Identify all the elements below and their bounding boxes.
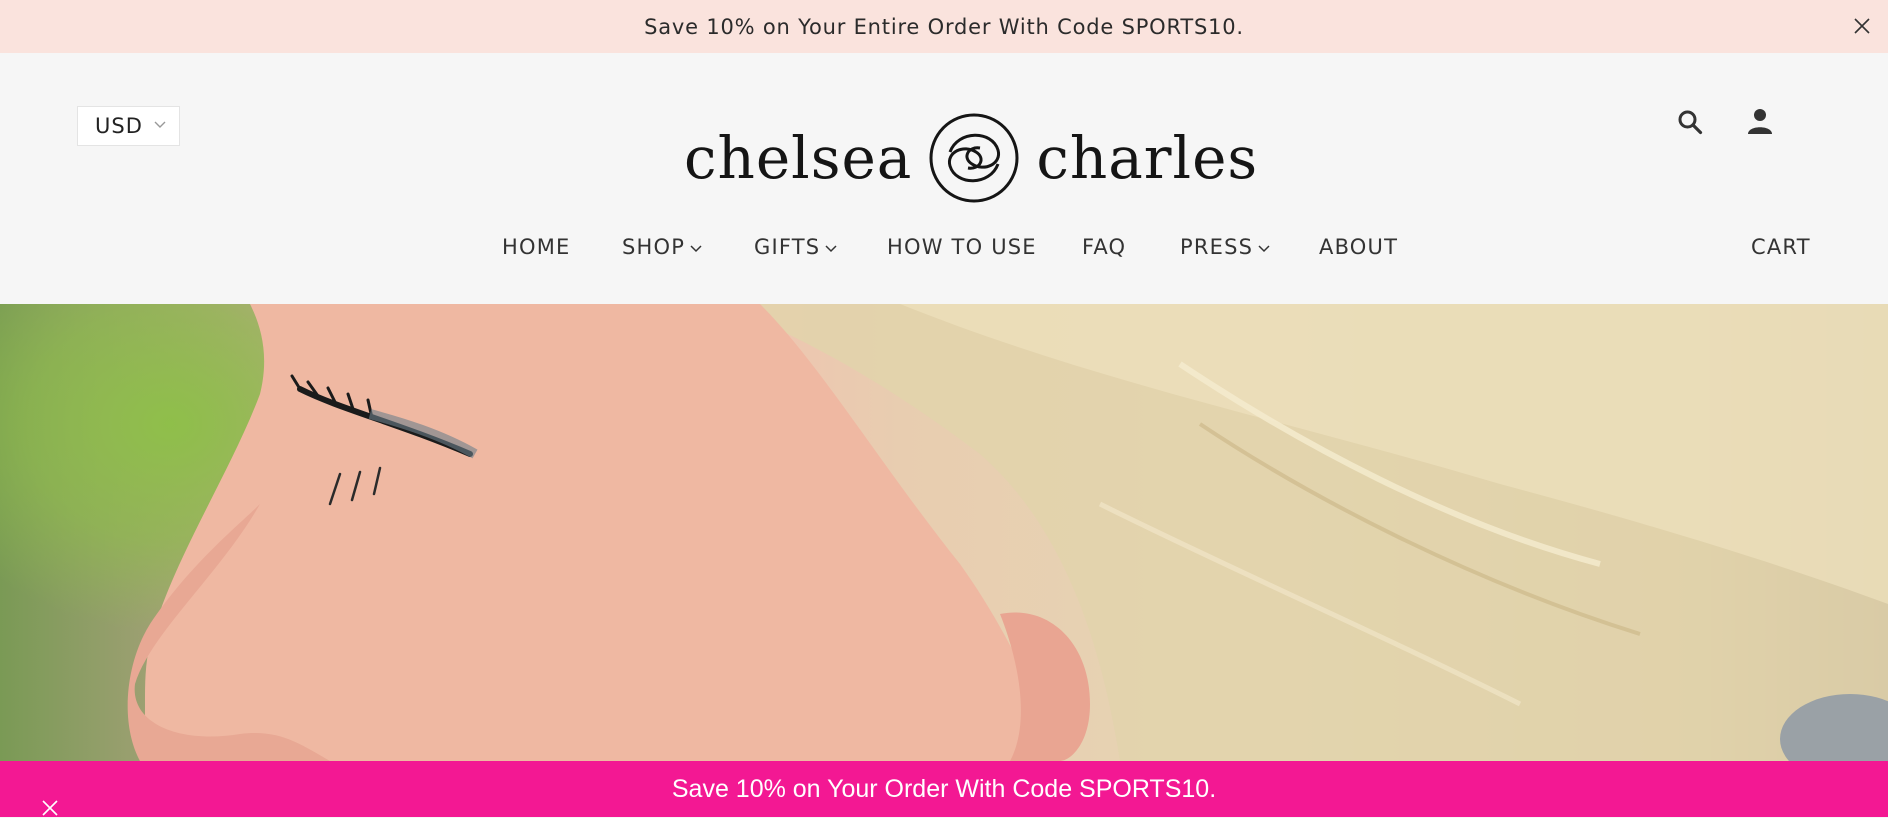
promo-bar: Save 10% on Your Order With Code SPORTS1… — [0, 761, 1888, 817]
hero-illustration — [127, 304, 1888, 761]
announcement-bar: Save 10% on Your Entire Order With Code … — [0, 0, 1888, 53]
nav-item-label: PRESS — [1180, 235, 1254, 259]
nav-item-press[interactable]: PRESS — [1180, 233, 1270, 261]
logo-word-right: charles — [1036, 124, 1259, 192]
nav-item-shop[interactable]: SHOP — [622, 233, 702, 261]
nav-item-label: HOW TO USE — [887, 235, 1037, 259]
chevron-down-icon — [825, 245, 837, 253]
nav-item-label: SHOP — [622, 235, 686, 259]
chevron-down-icon — [1258, 245, 1270, 253]
logo-word-left: chelsea — [684, 124, 913, 192]
cart-label: CART — [1751, 235, 1811, 259]
nav-item-faq[interactable]: FAQ — [1082, 233, 1126, 261]
nav-item-label: HOME — [502, 235, 571, 259]
logo-monogram-icon — [929, 113, 1019, 203]
site-logo[interactable]: chelsea charles — [684, 108, 1257, 208]
currency-value: USD — [95, 114, 143, 138]
announcement-text: Save 10% on Your Entire Order With Code … — [644, 14, 1244, 39]
nav-item-label: GIFTS — [754, 235, 821, 259]
nav-item-how-to-use[interactable]: HOW TO USE — [887, 233, 1037, 261]
nav-item-home[interactable]: HOME — [502, 233, 571, 261]
chevron-down-icon — [690, 245, 702, 253]
main-nav: HOME SHOP GIFTS HOW TO USE FAQ PRESS ABO… — [0, 233, 1888, 261]
nav-item-about[interactable]: ABOUT — [1319, 233, 1398, 261]
search-icon[interactable] — [1677, 109, 1703, 135]
chevron-down-icon — [154, 121, 166, 128]
hero-image — [0, 304, 1888, 761]
close-icon[interactable] — [40, 798, 60, 818]
user-icon[interactable] — [1746, 107, 1774, 135]
close-icon[interactable] — [1850, 14, 1874, 38]
promo-text: Save 10% on Your Order With Code SPORTS1… — [671, 774, 1217, 803]
nav-item-gifts[interactable]: GIFTS — [754, 233, 837, 261]
cart-link[interactable]: CART — [1751, 233, 1811, 261]
nav-item-label: FAQ — [1082, 235, 1127, 259]
currency-selector[interactable]: USD — [77, 106, 180, 146]
nav-item-label: ABOUT — [1319, 235, 1399, 259]
